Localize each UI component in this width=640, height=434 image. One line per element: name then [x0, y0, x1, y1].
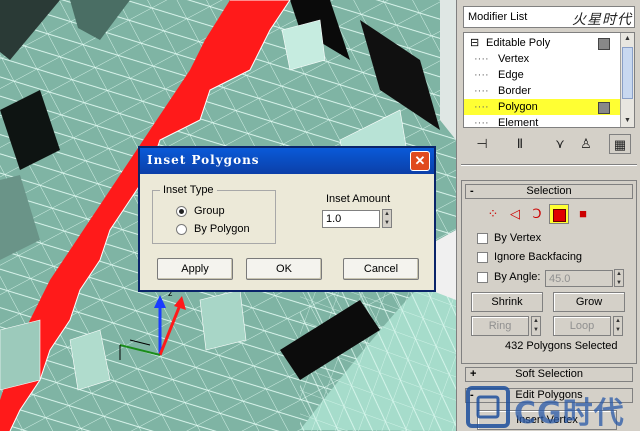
stack-item-editable-poly[interactable]: ⊟ Editable Poly: [464, 35, 622, 51]
ring-spinner[interactable]: ▲ ▼: [531, 316, 541, 336]
scroll-thumb[interactable]: [622, 47, 633, 99]
polygon-mode-icon[interactable]: [549, 204, 569, 224]
dialog-title-bar[interactable]: Inset Polygons ✕: [140, 148, 434, 174]
by-vertex-checkbox[interactable]: [477, 233, 488, 244]
stack-item-label: Border: [498, 85, 532, 97]
loop-spinner[interactable]: ▲ ▼: [613, 316, 623, 336]
group-radio-label[interactable]: Group: [194, 205, 225, 217]
stack-toolbar: ⊣ Ⅱ ⋎ ♙ ▦: [463, 134, 635, 156]
stack-item-border[interactable]: ···· Border: [464, 83, 622, 99]
tree-line: ····: [474, 69, 489, 81]
stack-item-vertex[interactable]: ···· Vertex: [464, 51, 622, 67]
modifier-icon: [598, 38, 610, 50]
rollout-title: Selection: [526, 185, 572, 197]
ring-button[interactable]: Ring: [471, 316, 529, 336]
edge-mode-icon[interactable]: ◁: [505, 204, 525, 224]
collapse-icon[interactable]: ⊟: [470, 35, 479, 51]
rollout-title: Soft Selection: [515, 368, 583, 380]
element-mode-icon[interactable]: ■: [573, 204, 593, 224]
by-vertex-label: By Vertex: [494, 232, 542, 244]
vertex-mode-icon[interactable]: ⁘: [483, 204, 503, 224]
tree-line: ····: [474, 53, 489, 65]
angle-spinner[interactable]: ▲ ▼: [614, 269, 624, 287]
inset-amount-spinner[interactable]: ▲ ▼: [382, 209, 392, 228]
modifier-stack: ⊟ Editable Poly ···· Vertex ···· Edge ··…: [463, 32, 635, 128]
close-icon[interactable]: ✕: [410, 151, 430, 171]
watermark-logo: 火星时代: [572, 12, 632, 28]
ok-button[interactable]: OK: [246, 258, 322, 280]
scroll-down-icon[interactable]: ▼: [622, 115, 633, 127]
by-angle-label: By Angle:: [494, 271, 541, 283]
selection-status: 432 Polygons Selected: [505, 340, 618, 352]
tree-line: ····: [474, 85, 489, 97]
cg-logo-text: CG时代: [514, 396, 625, 431]
by-polygon-radio-label[interactable]: By Polygon: [194, 223, 250, 235]
stack-item-polygon[interactable]: ···· Polygon: [464, 99, 622, 115]
collapse-sign: -: [470, 185, 474, 197]
stack-item-label: Element: [498, 117, 539, 128]
apply-button[interactable]: Apply: [157, 258, 233, 280]
shrink-button[interactable]: Shrink: [471, 292, 543, 312]
tree-line: ····: [474, 101, 489, 113]
inset-type-group: [152, 190, 276, 244]
command-panel: Modifier List 火星时代 ⊟ Editable Poly ···· …: [456, 0, 640, 431]
inset-amount-label: Inset Amount: [326, 193, 391, 205]
stack-scrollbar[interactable]: ▲ ▼: [620, 33, 634, 127]
selection-rollout-header[interactable]: - Selection: [465, 184, 633, 199]
remove-modifier-icon[interactable]: ♙: [575, 134, 597, 154]
stack-item-label: Vertex: [498, 53, 530, 65]
modifier-list-label: Modifier List: [468, 11, 528, 23]
pin-stack-icon[interactable]: ⊣: [471, 134, 493, 154]
soft-selection-rollout-header[interactable]: + Soft Selection: [465, 367, 633, 382]
modifier-icon: [598, 102, 610, 114]
stack-item-element[interactable]: ···· Element: [464, 115, 622, 128]
scroll-up-icon[interactable]: ▲: [622, 33, 633, 45]
ignore-backfacing-checkbox[interactable]: [477, 252, 488, 263]
cancel-button[interactable]: Cancel: [343, 258, 419, 280]
inset-polygons-dialog: Inset Polygons ✕ Inset Type Group By Pol…: [138, 146, 436, 292]
stack-item-label: Editable Poly: [486, 37, 551, 49]
loop-button[interactable]: Loop: [553, 316, 611, 336]
by-angle-checkbox[interactable]: [477, 272, 488, 283]
border-mode-icon[interactable]: Ↄ: [527, 204, 547, 224]
cg-logo: CG时代: [464, 382, 640, 431]
configure-sets-icon[interactable]: ▦: [609, 134, 631, 154]
by-polygon-radio[interactable]: [176, 224, 187, 235]
dialog-title: Inset Polygons: [147, 153, 260, 167]
inset-type-label: Inset Type: [160, 184, 217, 196]
divider: [461, 164, 637, 166]
make-unique-icon[interactable]: ⋎: [549, 134, 571, 154]
angle-input[interactable]: 45.0: [545, 270, 613, 287]
show-end-result-icon[interactable]: Ⅱ: [509, 134, 531, 154]
group-radio[interactable]: [176, 206, 187, 217]
inset-amount-input[interactable]: 1.0: [322, 210, 380, 228]
tree-line: ····: [474, 117, 489, 128]
stack-item-label: Edge: [498, 69, 524, 81]
modifier-list-dropdown[interactable]: Modifier List 火星时代: [463, 6, 635, 28]
grow-button[interactable]: Grow: [553, 292, 625, 312]
expand-sign: +: [470, 368, 477, 380]
ignore-backfacing-label: Ignore Backfacing: [494, 251, 583, 263]
stack-item-edge[interactable]: ···· Edge: [464, 67, 622, 83]
stack-item-label: Polygon: [498, 101, 538, 113]
